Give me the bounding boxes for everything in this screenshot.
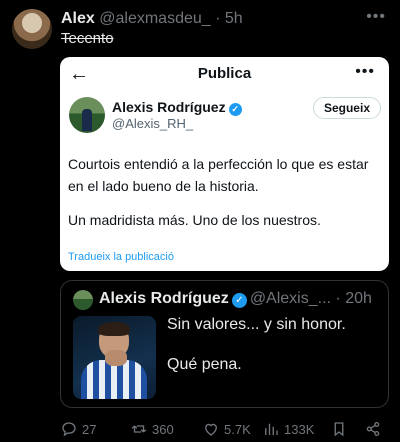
views-button[interactable]: 133K <box>262 419 314 439</box>
quoted-separator: · <box>335 290 341 307</box>
screenshot-author-avatar <box>69 97 105 133</box>
quoted-tweet[interactable]: Alexis Rodríguez ✓ @Alexis_... · 20h Sin v… <box>60 280 389 408</box>
views-chart-icon <box>265 423 278 435</box>
embedded-screenshot[interactable]: ← Publica ••• Alexis Rodríguez ✓ @Alexis_… <box>60 57 389 271</box>
screenshot-body: Courtois entendió a la perfección lo que… <box>68 153 384 243</box>
quoted-time: 20h <box>345 290 372 307</box>
heart-icon <box>205 423 217 436</box>
header-separator: · <box>215 10 221 27</box>
translate-link: Tradueix la publicació <box>68 251 174 263</box>
screenshot-title: Publica <box>197 65 252 82</box>
quoted-line-1: Sin valores... y sin honor. <box>167 316 346 333</box>
repost-icon <box>131 425 147 433</box>
screenshot-more-icon: ••• <box>355 63 375 80</box>
quoted-author-handle: @Alexis_... <box>249 290 331 307</box>
screenshot-paragraph-1: Courtois entendió a la perfección lo que… <box>68 156 369 194</box>
reply-icon <box>62 422 76 437</box>
media-hair <box>98 322 130 336</box>
screenshot-author-name-row: Alexis Rodríguez ✓ <box>112 99 242 116</box>
quoted-line-2: Qué pena. <box>167 356 242 373</box>
screenshot-nav-bar: ← Publica ••• <box>60 57 389 89</box>
quoted-media-image[interactable] <box>73 316 156 399</box>
verified-badge-icon: ✓ <box>228 103 242 116</box>
screenshot-paragraph-2: Un madridista más. Uno de los nuestros. <box>68 212 321 228</box>
bookmark-icon <box>334 422 344 437</box>
post-text: Tecento <box>61 30 114 46</box>
quoted-verified-badge-icon: ✓ <box>231 293 247 308</box>
repost-button[interactable]: 360 <box>130 419 174 439</box>
like-button[interactable]: 5.7K <box>202 419 251 439</box>
screenshot-author-handle: @Alexis_RH_ <box>112 116 194 131</box>
reply-count: 27 <box>82 421 97 437</box>
share-button[interactable] <box>364 419 382 439</box>
author-avatar[interactable] <box>12 9 52 49</box>
author-handle[interactable]: @alexmasdeu_ <box>99 10 210 27</box>
follow-button: Segueix <box>312 97 381 119</box>
bookmark-button[interactable] <box>330 419 348 439</box>
quoted-author-name: Alexis Rodríguez <box>99 290 229 307</box>
post-time[interactable]: 5h <box>225 10 243 27</box>
post-header: Alex @alexmasdeu_ · 5h <box>61 10 390 30</box>
quoted-author-avatar <box>73 290 93 310</box>
share-icon <box>366 421 380 437</box>
like-count: 5.7K <box>224 421 251 437</box>
quoted-text: Sin valores... y sin honor. Qué pena. <box>167 315 346 395</box>
media-hand <box>105 350 127 366</box>
more-options-icon[interactable]: ••• <box>366 8 386 26</box>
quoted-header: Alexis Rodríguez ✓ @Alexis_... · 20h <box>99 290 382 308</box>
reply-button[interactable]: 27 <box>60 419 96 439</box>
action-bar: 27 360 5.7K 133K <box>60 419 390 439</box>
screenshot-author-name: Alexis Rodríguez <box>112 99 226 115</box>
author-name[interactable]: Alex <box>61 10 95 27</box>
repost-count: 360 <box>152 421 174 437</box>
views-count: 133K <box>284 421 315 437</box>
